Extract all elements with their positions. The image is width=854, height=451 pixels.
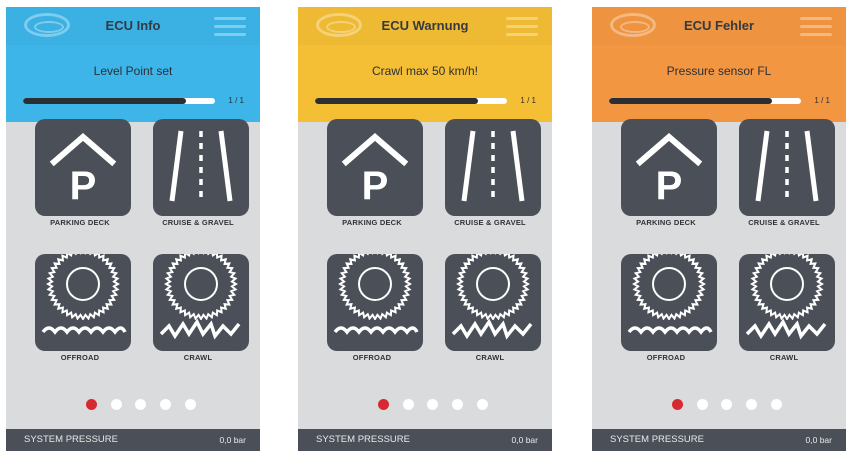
- tile-label: PARKING DECK: [636, 218, 696, 227]
- notification-header: ECU Info Level Point set 1 / 1: [6, 7, 260, 122]
- system-pressure-value: 0,0 bar: [805, 435, 832, 445]
- tile-label: CRUISE & GRAVEL: [748, 218, 820, 227]
- notification-message: Level Point set: [93, 64, 173, 78]
- parking-deck-tile[interactable]: P: [327, 119, 423, 216]
- pagination-dot[interactable]: [697, 399, 708, 410]
- notification-progress: [609, 98, 801, 104]
- pagination-dot[interactable]: [86, 399, 97, 410]
- pagination-dot[interactable]: [111, 399, 122, 410]
- pagination-dot[interactable]: [771, 399, 782, 410]
- crawl-tile[interactable]: [153, 254, 249, 351]
- parking-deck-tile[interactable]: P: [621, 119, 717, 216]
- notification-counter: 1 / 1: [814, 96, 830, 105]
- crawl-tile[interactable]: [739, 254, 835, 351]
- pagination-dot[interactable]: [477, 399, 488, 410]
- pagination-dot[interactable]: [135, 399, 146, 410]
- menu-icon[interactable]: [800, 17, 832, 37]
- system-pressure-label: SYSTEM PRESSURE: [316, 434, 410, 445]
- notification-counter: 1 / 1: [228, 96, 244, 105]
- progress-fill: [315, 98, 479, 104]
- ecu-screen: ECU Warnung Crawl max 50 km/h! 1 / 1 P PARKI…: [298, 7, 552, 451]
- page: { "screens": [ { "title": "ECU Info", "m…: [0, 0, 854, 451]
- offroad-tile[interactable]: [327, 254, 423, 351]
- status-footer: SYSTEM PRESSURE 0,0 bar: [298, 429, 552, 451]
- notification-header: ECU Fehler Pressure sensor FL 1 / 1: [592, 7, 846, 122]
- svg-text:P: P: [656, 164, 683, 208]
- offroad-tile[interactable]: [621, 254, 717, 351]
- status-footer: SYSTEM PRESSURE 0,0 bar: [592, 429, 846, 451]
- crawl-tile[interactable]: [445, 254, 541, 351]
- notification-header: ECU Warnung Crawl max 50 km/h! 1 / 1: [298, 7, 552, 122]
- svg-text:P: P: [362, 164, 389, 208]
- status-footer: SYSTEM PRESSURE 0,0 bar: [6, 429, 260, 451]
- notification-progress: [315, 98, 507, 104]
- pagination-dot[interactable]: [160, 399, 171, 410]
- notification-message: Crawl max 50 km/h!: [371, 64, 479, 78]
- system-pressure-value: 0,0 bar: [219, 435, 246, 445]
- offroad-tile[interactable]: [35, 254, 131, 351]
- title-bar: ECU Warnung: [298, 7, 552, 45]
- pagination-dot[interactable]: [746, 399, 757, 410]
- tile-label: CRAWL: [475, 353, 505, 362]
- system-pressure-label: SYSTEM PRESSURE: [24, 434, 118, 445]
- system-pressure-label: SYSTEM PRESSURE: [610, 434, 704, 445]
- parking-deck-tile[interactable]: P: [35, 119, 131, 216]
- title-bar: ECU Info: [6, 7, 260, 45]
- tile-label: CRUISE & GRAVEL: [162, 218, 234, 227]
- notification-counter: 1 / 1: [520, 96, 536, 105]
- progress-fill: [23, 98, 187, 104]
- tile-label: PARKING DECK: [50, 218, 110, 227]
- pagination-dot[interactable]: [721, 399, 732, 410]
- cruise-gravel-tile[interactable]: [739, 119, 835, 216]
- notification-message: Pressure sensor FL: [666, 64, 772, 78]
- pagination-dot[interactable]: [672, 399, 683, 410]
- tile-label: PARKING DECK: [342, 218, 402, 227]
- tile-label: OFFROAD: [352, 353, 392, 362]
- pagination-dot[interactable]: [452, 399, 463, 410]
- progress-fill: [609, 98, 773, 104]
- title-bar: ECU Fehler: [592, 7, 846, 45]
- tile-label: CRUISE & GRAVEL: [454, 218, 526, 227]
- menu-icon[interactable]: [506, 17, 538, 37]
- ecu-screen: ECU Info Level Point set 1 / 1 P PARKING DEC…: [6, 7, 260, 451]
- tile-label: CRAWL: [183, 353, 213, 362]
- tile-label: CRAWL: [769, 353, 799, 362]
- ecu-screen: ECU Fehler Pressure sensor FL 1 / 1 P PARKIN…: [592, 7, 846, 451]
- tile-label: OFFROAD: [60, 353, 100, 362]
- tile-label: OFFROAD: [646, 353, 686, 362]
- pagination-dot[interactable]: [403, 399, 414, 410]
- pagination-dot[interactable]: [378, 399, 389, 410]
- pagination-dot[interactable]: [185, 399, 196, 410]
- notification-progress: [23, 98, 215, 104]
- pagination-dot[interactable]: [427, 399, 438, 410]
- cruise-gravel-tile[interactable]: [153, 119, 249, 216]
- cruise-gravel-tile[interactable]: [445, 119, 541, 216]
- svg-text:P: P: [70, 164, 97, 208]
- menu-icon[interactable]: [214, 17, 246, 37]
- system-pressure-value: 0,0 bar: [511, 435, 538, 445]
